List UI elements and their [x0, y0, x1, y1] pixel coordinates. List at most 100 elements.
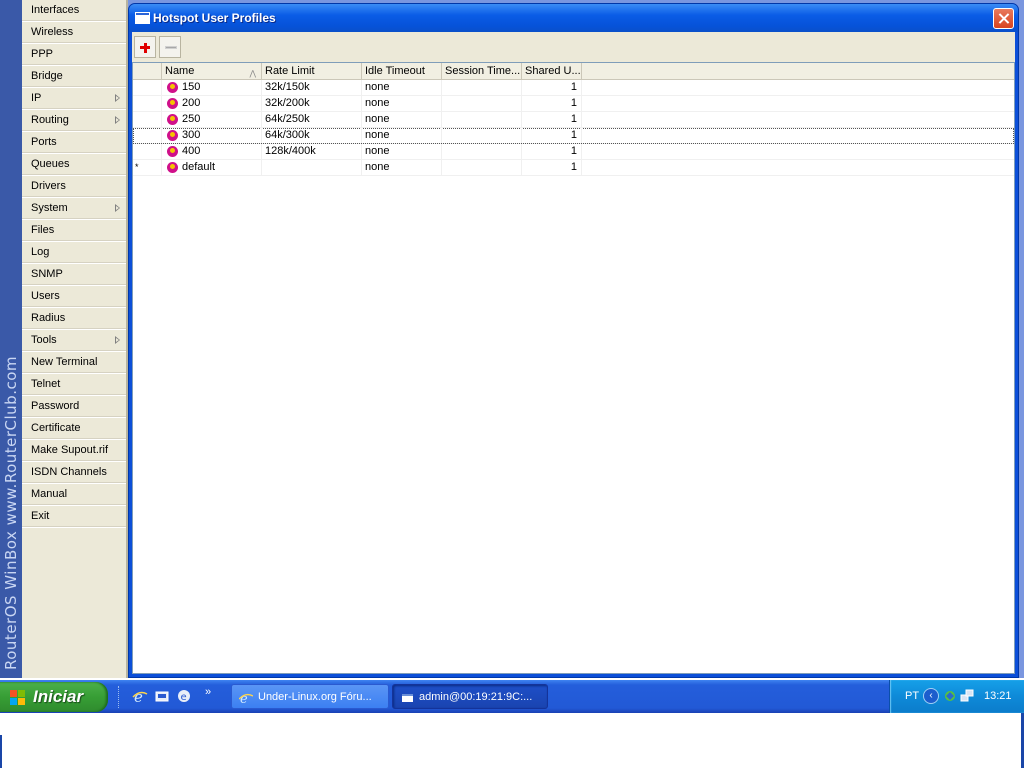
profile-name: 400 [182, 145, 201, 157]
session-timeout-cell [442, 144, 522, 159]
table-header: Name ⋀ Rate Limit Idle Timeout Session Ti… [133, 63, 1014, 80]
menu-item-tools[interactable]: Tools [22, 330, 126, 352]
quicklaunch-overflow-chevron[interactable]: » [200, 684, 216, 700]
column-header-shared-users[interactable]: Shared U... [522, 63, 582, 79]
menu-item-log[interactable]: Log [22, 242, 126, 264]
menu-item-new-terminal[interactable]: New Terminal [22, 352, 126, 374]
taskbar-item-browser[interactable]: e Under-Linux.org Fóru... [231, 684, 389, 709]
session-timeout-cell [442, 96, 522, 111]
start-button[interactable]: Iniciar [0, 682, 108, 712]
column-header-flag[interactable] [133, 63, 162, 79]
idle-timeout-cell: none [362, 96, 442, 111]
menu-item-drivers[interactable]: Drivers [22, 176, 126, 198]
add-button[interactable] [134, 36, 156, 58]
column-header-session-timeout[interactable]: Session Time... [442, 63, 522, 79]
menu-item-label: PPP [31, 48, 54, 60]
menu-item-telnet[interactable]: Telnet [22, 374, 126, 396]
menu-item-ports[interactable]: Ports [22, 132, 126, 154]
submenu-arrow-icon [115, 116, 120, 124]
menu-item-label: ISDN Channels [31, 466, 107, 478]
outlook-express-icon[interactable]: e [176, 688, 192, 704]
hotspot-user-profiles-window: Hotspot User Profiles Name ⋀ Rate Limit I… [128, 3, 1019, 678]
rate-limit-cell: 128k/400k [262, 144, 362, 159]
idle-timeout-cell: none [362, 112, 442, 127]
show-desktop-icon[interactable] [154, 688, 170, 704]
default-flag: * [135, 162, 139, 172]
table-row[interactable]: 400 128k/400k none 1 [133, 144, 1014, 160]
menu-item-label: IP [31, 92, 42, 104]
table-row[interactable]: 150 32k/150k none 1 [133, 80, 1014, 96]
idle-timeout-cell: none [362, 128, 442, 143]
name-cell: 200 [162, 96, 262, 111]
menu-item-label: Wireless [31, 26, 74, 38]
table-row[interactable]: 200 32k/200k none 1 [133, 96, 1014, 112]
menu-item-exit[interactable]: Exit [22, 506, 126, 528]
profile-name: 150 [182, 81, 201, 93]
menu-item-label: Queues [31, 158, 70, 170]
submenu-arrow-icon [115, 204, 120, 212]
menu-item-snmp[interactable]: SNMP [22, 264, 126, 286]
menu-item-ppp[interactable]: PPP [22, 44, 126, 66]
menu-item-make-supout-rif[interactable]: Make Supout.rif [22, 440, 126, 462]
menu-item-label: Telnet [31, 378, 61, 390]
rate-limit-cell: 32k/150k [262, 80, 362, 95]
menu-item-users[interactable]: Users [22, 286, 126, 308]
table-body: 150 32k/150k none 1 200 32k/200k none 1 250 64k/2… [133, 80, 1014, 176]
window-titlebar[interactable]: Hotspot User Profiles [129, 4, 1018, 32]
close-button[interactable] [993, 8, 1014, 29]
menu-item-interfaces[interactable]: Interfaces [22, 0, 126, 22]
menu-item-manual[interactable]: Manual [22, 484, 126, 506]
menu-item-routing[interactable]: Routing [22, 110, 126, 132]
user-profile-icon [167, 130, 178, 141]
system-tray: PT ‹ 13:21 [889, 680, 1024, 713]
column-header-idle-timeout[interactable]: Idle Timeout [362, 63, 442, 79]
menu-item-label: Certificate [31, 422, 81, 434]
menu-item-files[interactable]: Files [22, 220, 126, 242]
quicklaunch-grip[interactable] [118, 686, 122, 708]
user-profile-icon [167, 82, 178, 93]
remove-button[interactable] [159, 36, 181, 58]
screen-edge-left [0, 735, 2, 768]
menu-item-label: Make Supout.rif [31, 444, 109, 456]
menu-item-ip[interactable]: IP [22, 88, 126, 110]
menu-item-bridge[interactable]: Bridge [22, 66, 126, 88]
window-title: Hotspot User Profiles [153, 11, 276, 25]
menu-item-system[interactable]: System [22, 198, 126, 220]
language-indicator[interactable]: PT [905, 690, 919, 702]
profile-name: 200 [182, 97, 201, 109]
row-flag-cell [133, 144, 162, 159]
menu-item-label: Routing [31, 114, 69, 126]
internet-explorer-icon[interactable]: e [132, 688, 148, 706]
shared-users-cell: 1 [522, 96, 582, 111]
menu-item-password[interactable]: Password [22, 396, 126, 418]
side-banner-text: RouterOS WinBox www.RouterClub.com [2, 355, 20, 670]
profiles-table[interactable]: Name ⋀ Rate Limit Idle Timeout Session Ti… [132, 62, 1015, 674]
menu-item-queues[interactable]: Queues [22, 154, 126, 176]
name-cell: 150 [162, 80, 262, 95]
menu-item-label: SNMP [31, 268, 63, 280]
menu-item-isdn-channels[interactable]: ISDN Channels [22, 462, 126, 484]
clock[interactable]: 13:21 [984, 690, 1012, 702]
row-flag-cell [133, 80, 162, 95]
menu-item-certificate[interactable]: Certificate [22, 418, 126, 440]
menu-item-label: Drivers [31, 180, 66, 192]
table-row[interactable]: 300 64k/300k none 1 [133, 128, 1014, 144]
column-header-name[interactable]: Name ⋀ [162, 63, 262, 79]
submenu-arrow-icon [115, 336, 120, 344]
menu-item-wireless[interactable]: Wireless [22, 22, 126, 44]
show-hidden-icons-button[interactable]: ‹ [923, 688, 939, 704]
name-cell: 400 [162, 144, 262, 159]
network-connection-icon[interactable] [960, 689, 974, 703]
rate-limit-cell: 64k/300k [262, 128, 362, 143]
winbox-main-menu: Interfaces Wireless PPP Bridge IP Routing Port… [22, 0, 128, 678]
table-row[interactable]: 250 64k/250k none 1 [133, 112, 1014, 128]
svg-text:e: e [134, 688, 143, 704]
column-header-rate-limit[interactable]: Rate Limit [262, 63, 362, 79]
menu-item-radius[interactable]: Radius [22, 308, 126, 330]
taskbar-item-winbox[interactable]: admin@00:19:21:9C:... [392, 684, 548, 709]
name-cell: default [162, 160, 262, 175]
internet-explorer-icon: e [238, 690, 254, 707]
network-tray-icon[interactable] [943, 689, 957, 703]
name-cell: 250 [162, 112, 262, 127]
table-row[interactable]: * default none 1 [133, 160, 1014, 176]
